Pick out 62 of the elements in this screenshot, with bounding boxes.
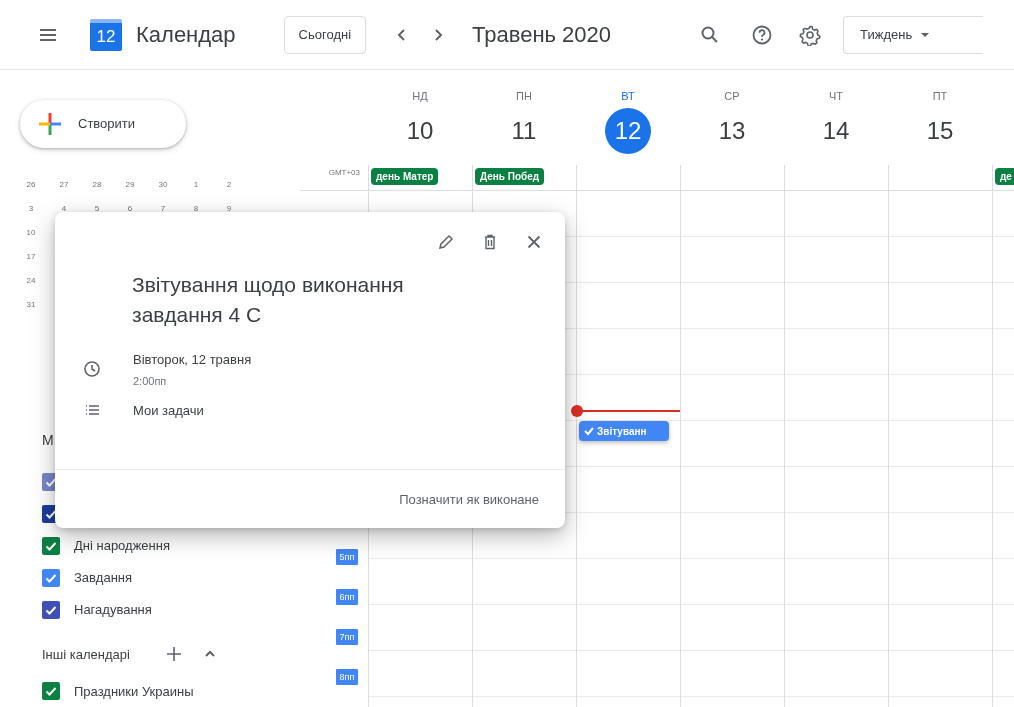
event-title: Звітування щодо виконання завдання 4 С	[132, 272, 405, 328]
help-icon[interactable]	[751, 23, 774, 46]
hour-label: 8пп	[336, 669, 358, 685]
all-day-event[interactable]: День Побед	[475, 168, 545, 185]
weekday-label: ПТ	[932, 90, 948, 102]
clock-icon	[83, 360, 101, 378]
mini-calendar-date[interactable]: 28	[88, 175, 106, 194]
calendar-label: Праздники Украины	[74, 683, 194, 699]
close-icon[interactable]	[525, 233, 543, 251]
mini-calendar-date[interactable]: 31	[22, 295, 40, 314]
mini-calendar-date[interactable]: 30	[154, 175, 172, 194]
calendar-checkbox[interactable]	[42, 568, 60, 587]
mini-calendar-date[interactable]: 17	[22, 247, 40, 266]
other-calendars-heading: Інші календарі	[42, 646, 130, 662]
day-number[interactable]: 14	[813, 108, 859, 154]
view-dropdown[interactable]: Тиждень	[843, 15, 984, 54]
hour-label: 7пп	[336, 629, 358, 645]
mini-calendar-date[interactable]: 3	[22, 199, 40, 218]
check-icon	[584, 426, 594, 436]
mini-calendar-date[interactable]: 27	[55, 175, 73, 194]
today-button[interactable]: Сьогодні	[283, 15, 367, 54]
weekday-label: НД	[412, 90, 428, 102]
mini-calendar-date[interactable]: 24	[22, 271, 40, 290]
mini-calendar-date[interactable]: 1	[187, 175, 205, 194]
day-number[interactable]: 15	[917, 108, 963, 154]
weekday-label: ПН	[516, 90, 532, 102]
create-button[interactable]: Створити	[20, 100, 186, 148]
weekday-label: СР	[724, 90, 740, 102]
calendar-logo[interactable]: 12	[90, 18, 122, 51]
app-title: Календар	[136, 21, 236, 48]
day-number[interactable]: 11	[501, 108, 547, 154]
all-day-event[interactable]: день Матер	[371, 168, 439, 185]
mini-calendar-date[interactable]: 2	[220, 175, 238, 194]
weekday-label: ЧТ	[828, 90, 844, 102]
calendar-checkbox[interactable]	[42, 682, 60, 701]
all-day-event[interactable]: де	[995, 168, 1014, 185]
add-icon[interactable]	[165, 646, 182, 663]
my-calendars-heading: М	[42, 431, 55, 450]
task-list-name: Мои задачи	[133, 402, 204, 418]
hour-label: 5пп	[336, 549, 358, 565]
calendar-label: Завдання	[74, 570, 133, 585]
timezone-label: GMT+03	[327, 167, 361, 179]
weekday-label: ВТ	[621, 90, 635, 102]
calendar-checkbox[interactable]	[42, 536, 60, 555]
calendar-checkbox[interactable]	[42, 600, 60, 619]
calendar-label: Дні народження	[74, 538, 170, 553]
hour-label: 6пп	[336, 589, 358, 605]
calendar-label: Нагадування	[74, 602, 152, 617]
menu-icon[interactable]	[38, 26, 58, 43]
event-title-text: Звітуванн	[597, 425, 647, 437]
task-event[interactable]: Звітуванн	[579, 421, 669, 441]
day-number[interactable]: 10	[397, 108, 443, 154]
mini-calendar-date[interactable]: 10	[22, 223, 40, 242]
day-number[interactable]: 13	[709, 108, 755, 154]
event-date: Вівторок, 12 травня	[133, 352, 252, 367]
month-title: Травень 2020	[472, 21, 612, 48]
settings-icon[interactable]	[799, 23, 822, 46]
mini-calendar-date[interactable]: 29	[121, 175, 139, 194]
mini-calendar-date[interactable]: 26	[22, 175, 40, 194]
event-time: 2:00пп	[133, 375, 168, 387]
day-number[interactable]: 12	[605, 108, 651, 154]
pencil-icon[interactable]	[437, 233, 455, 251]
